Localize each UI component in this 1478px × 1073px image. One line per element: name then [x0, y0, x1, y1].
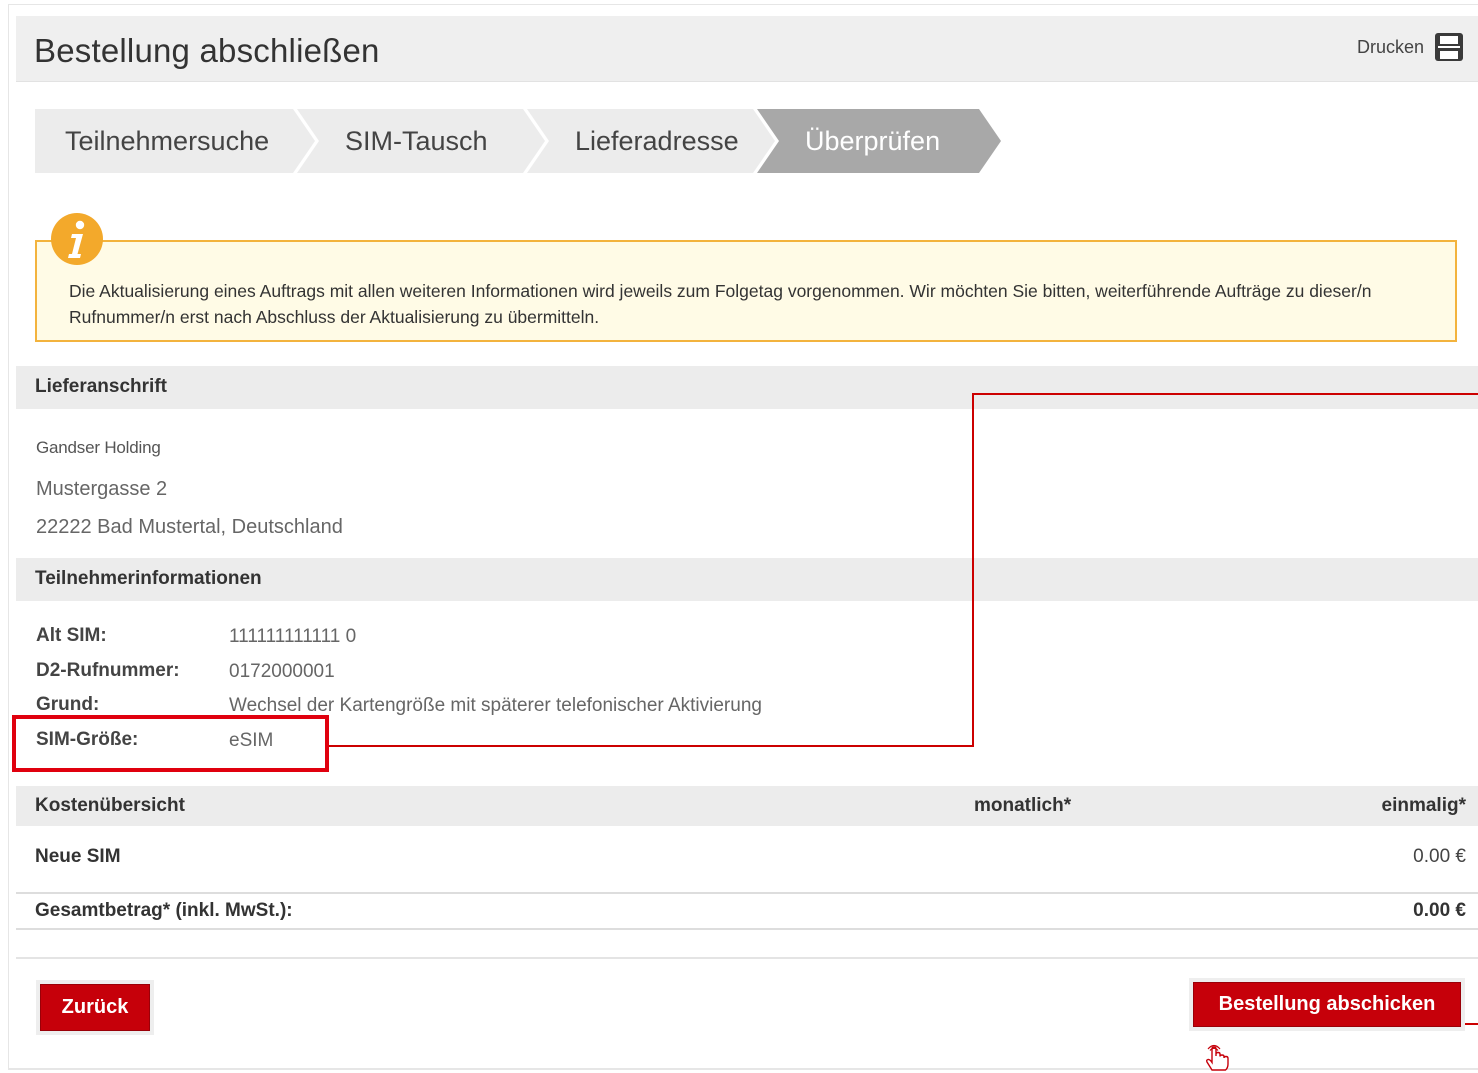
- annotation-line: [972, 393, 974, 747]
- info-icon: [51, 213, 103, 265]
- section-heading: Kostenübersicht: [35, 795, 185, 816]
- info-label: Grund:: [36, 694, 100, 715]
- cost-row-total: Gesamtbetrag* (inkl. MwSt.): 0.00 €: [16, 900, 1478, 930]
- info-value: 0172000001: [229, 661, 335, 682]
- address-street: Mustergasse 2: [36, 478, 168, 500]
- annotation-line: [1461, 1023, 1478, 1025]
- step-ueberpruefen-active: Überprüfen: [757, 109, 1001, 173]
- info-label: D2-Rufnummer:: [36, 660, 180, 681]
- total-amount: 0.00 €: [1413, 900, 1466, 921]
- column-header-einmalig: einmalig*: [1381, 795, 1466, 816]
- section-teilnehmerinformationen: Teilnehmerinformationen: [16, 558, 1478, 601]
- info-value: 111111111111 0: [229, 626, 357, 647]
- print-label: Drucken: [1356, 36, 1424, 57]
- step-label: Teilnehmersuche: [65, 125, 270, 156]
- printer-icon: [1435, 33, 1463, 61]
- section-heading: Lieferanschrift: [35, 376, 167, 397]
- print-button[interactable]: Drucken: [1357, 32, 1464, 62]
- notice-text: Die Aktualisierung eines Auftrags mit al…: [69, 281, 1372, 327]
- total-label: Gesamtbetrag* (inkl. MwSt.):: [35, 900, 293, 921]
- page-title: Bestellung abschließen: [34, 32, 380, 69]
- hand-cursor-icon: [1205, 1044, 1229, 1071]
- step-sim-tausch[interactable]: SIM-Tausch: [297, 109, 549, 173]
- annotation-highlight-box: [12, 715, 329, 772]
- divider: [16, 957, 1478, 959]
- column-header-monatlich: monatlich*: [974, 795, 1072, 816]
- step-label: SIM-Tausch: [345, 125, 488, 156]
- step-teilnehmersuche[interactable]: Teilnehmersuche: [35, 109, 319, 173]
- step-label: Lieferadresse: [575, 125, 739, 156]
- back-button-label: Zurück: [61, 996, 129, 1018]
- section-heading: Teilnehmerinformationen: [35, 568, 262, 589]
- section-kostenuebersicht: Kostenübersicht monatlich* einmalig*: [16, 786, 1478, 826]
- annotation-line: [329, 745, 974, 747]
- submit-order-button[interactable]: Bestellung abschicken: [1193, 982, 1461, 1027]
- cost-row-neue-sim: Neue SIM 0.00 €: [16, 846, 1478, 894]
- info-notice: Die Aktualisierung eines Auftrags mit al…: [35, 240, 1457, 342]
- info-label: Alt SIM:: [36, 625, 107, 646]
- step-label: Überprüfen: [805, 125, 941, 156]
- back-button[interactable]: Zurück: [40, 984, 150, 1031]
- cost-amount: 0.00 €: [1413, 846, 1466, 867]
- info-value: Wechsel der Kartengröße mit späterer tel…: [229, 695, 762, 716]
- address-company: Gandser Holding: [36, 438, 161, 457]
- step-lieferadresse[interactable]: Lieferadresse: [527, 109, 779, 173]
- section-lieferanschrift: Lieferanschrift: [16, 366, 1478, 409]
- page-header: Bestellung abschließen Drucken: [16, 16, 1478, 82]
- submit-button-label: Bestellung abschicken: [1218, 993, 1436, 1015]
- cost-label: Neue SIM: [35, 846, 121, 867]
- progress-steps: Teilnehmersuche SIM-Tausch Lieferadresse…: [35, 109, 1001, 173]
- address-city: 22222 Bad Mustertal, Deutschland: [36, 516, 343, 538]
- annotation-line: [972, 393, 1478, 395]
